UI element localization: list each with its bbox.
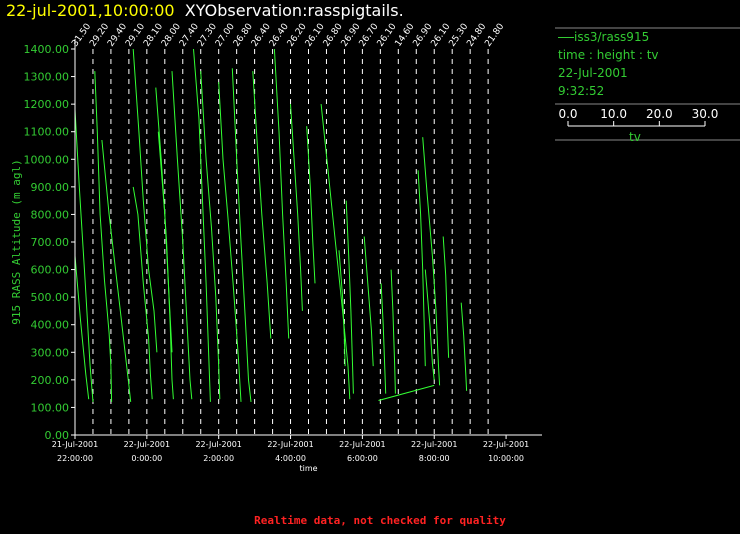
x-tick-time: 6:00:00 [347, 454, 378, 463]
profile-label: 21.80 [483, 22, 506, 49]
legend-date: 22-Jul-2001 [558, 66, 628, 80]
profile-trace [390, 269, 396, 394]
x-tick-time: 4:00:00 [275, 454, 306, 463]
profile-trace [380, 283, 387, 394]
x-tick-date: 22-Jul-2001 [339, 440, 385, 449]
profile-trace [417, 170, 426, 367]
profile-traces [74, 48, 468, 402]
y-tick-label: 800.00 [31, 208, 70, 221]
profile-trace [378, 384, 435, 401]
x-tick-time: 0:00:00 [131, 454, 162, 463]
profile-trace [442, 236, 450, 358]
y-tick-label: 500.00 [31, 291, 70, 304]
profile-trace [132, 186, 153, 400]
legend-axes: time : height : tv [558, 48, 659, 62]
y-tick-label: 1100.00 [24, 126, 70, 139]
y-tick-label: 1000.00 [24, 153, 70, 166]
y-tick-label: 1300.00 [24, 71, 70, 84]
profile-trace [424, 269, 435, 380]
profile-trace [290, 104, 303, 311]
profile-trace [231, 68, 252, 402]
profile-trace [273, 48, 290, 339]
x-tick-time: 2:00:00 [203, 454, 234, 463]
x-tick-time: 8:00:00 [419, 454, 450, 463]
x-tick-date: 22-Jul-2001 [195, 440, 241, 449]
y-tick-label: 600.00 [31, 264, 70, 277]
legend-scale-tick-label: 0.0 [558, 107, 577, 121]
legend-scale-label: tv [629, 130, 641, 144]
profile-trace [193, 48, 211, 402]
profile-trace [74, 255, 90, 400]
profile-trace [320, 104, 351, 400]
y-tick-label: 1200.00 [24, 98, 70, 111]
legend-scale-tick-label: 10.0 [600, 107, 627, 121]
y-tick-label: 700.00 [31, 236, 70, 249]
chart-plot: 31.5029.2029.4029.1028.1028.0027.4027.30… [10, 22, 740, 473]
profile-trace [94, 71, 113, 402]
legend-time: 9:32:52 [558, 84, 605, 98]
y-tick-label: 400.00 [31, 319, 70, 332]
x-tick-time: 22:00:00 [57, 454, 93, 463]
x-tick-date: 22-Jul-2001 [124, 440, 170, 449]
y-tick-label: 1400.00 [24, 43, 70, 56]
y-tick-label: 100.00 [31, 401, 70, 414]
y-tick-label: 300.00 [31, 346, 70, 359]
legend-series-name: iss3/rass915 [574, 30, 650, 44]
profile-trace [101, 139, 132, 402]
profile-trace [460, 302, 468, 391]
profile-trace [306, 126, 316, 284]
legend-scale-tick-label: 20.0 [646, 107, 673, 121]
x-tick-date: 21-Jul-2001 [52, 440, 98, 449]
y-tick-label: 200.00 [31, 374, 70, 387]
chart-labels: 31.5029.2029.4029.1028.1028.0027.4027.30… [10, 22, 718, 473]
profile-trace [218, 82, 242, 402]
x-tick-date: 22-Jul-2001 [483, 440, 529, 449]
legend-series: iss3/rass915 [558, 30, 649, 44]
x-axis-label: time [299, 464, 317, 473]
x-tick-date: 22-Jul-2001 [267, 440, 313, 449]
legend-scale-tick-label: 30.0 [692, 107, 719, 121]
chart-axes [71, 27, 740, 439]
profile-trace [171, 71, 193, 400]
y-tick-label: 900.00 [31, 181, 70, 194]
x-tick-time: 10:00:00 [488, 454, 524, 463]
quality-warning: Realtime data, not checked for quality [254, 514, 506, 527]
y-axis-label: 915 RASS Altitude (m agl) [10, 159, 23, 325]
profile-trace [363, 236, 374, 367]
profile-trace [252, 71, 272, 339]
profile-trace [345, 200, 354, 394]
x-tick-date: 22-Jul-2001 [411, 440, 457, 449]
